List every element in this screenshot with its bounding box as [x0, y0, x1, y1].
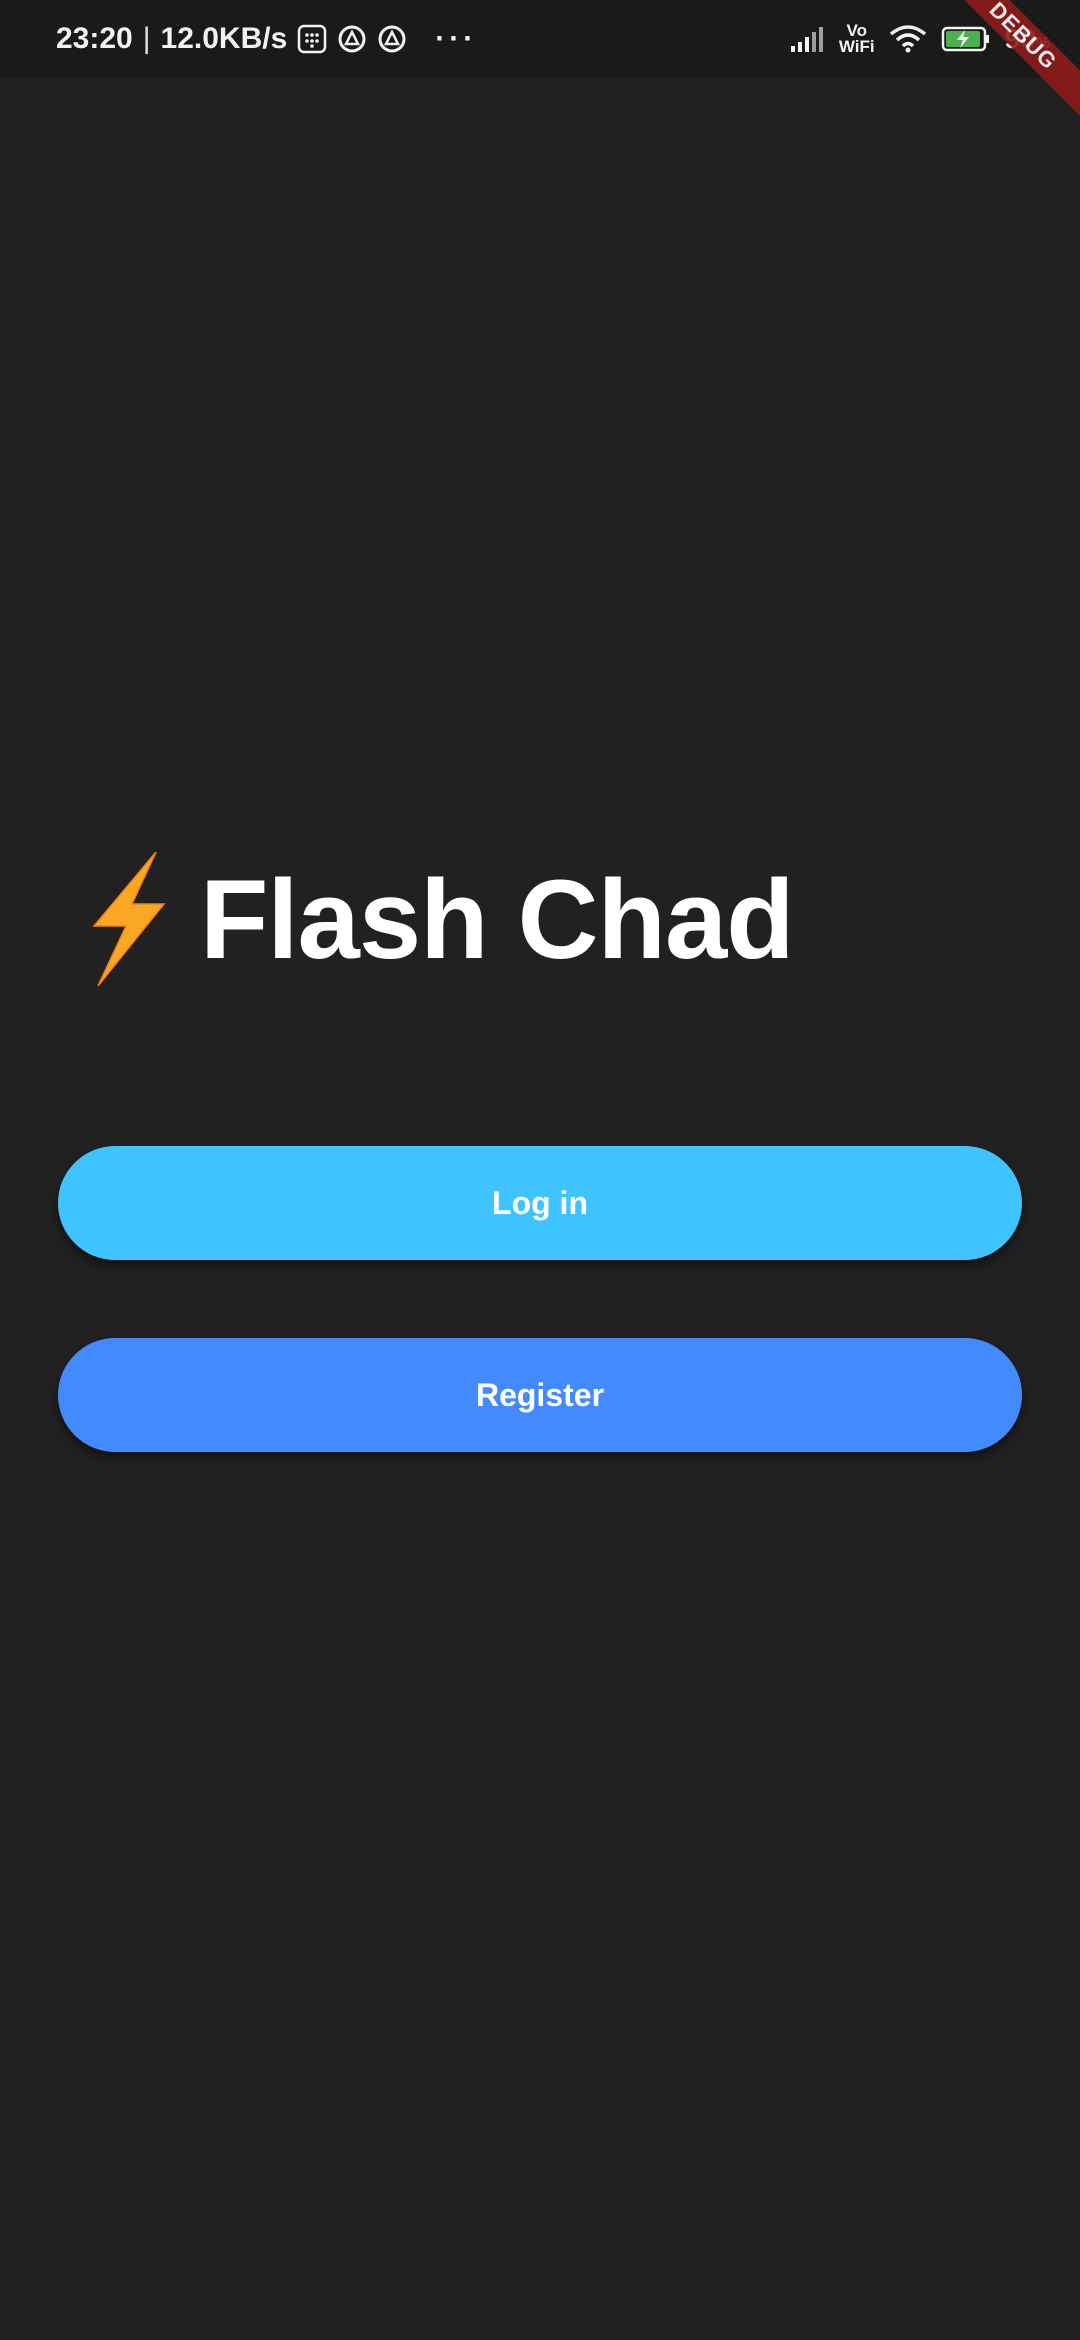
vowifi-indicator: Vo WiFi [838, 22, 875, 56]
battery-charging-icon [941, 24, 991, 54]
status-separator: | [142, 22, 151, 55]
more-notifications-icon: ··· [435, 22, 478, 55]
status-time: 23:20 [56, 22, 133, 55]
lightning-bolt-icon [92, 852, 166, 986]
status-bar-left: 23:20 | 12.0KB/s ··· [56, 0, 477, 78]
status-bar: 23:20 | 12.0KB/s ··· Vo WiFi [0, 0, 1080, 78]
notification-grid-icon [297, 24, 327, 54]
register-button[interactable]: Register [58, 1338, 1022, 1452]
login-button-label: Log in [492, 1184, 588, 1221]
app-notification-icon [337, 24, 367, 54]
app-header: Flash Chad [92, 852, 795, 986]
app-title: Flash Chad [200, 856, 795, 982]
login-button[interactable]: Log in [58, 1146, 1022, 1260]
screen: 23:20 | 12.0KB/s ··· Vo WiFi DEBUG Flash… [0, 0, 1080, 2340]
vowifi-bottom: WiFi [838, 37, 875, 56]
signal-icon [789, 24, 825, 54]
network-speed: 12.0KB/s [160, 22, 288, 55]
app-notification-icon-2 [377, 24, 407, 54]
register-button-label: Register [475, 1376, 605, 1413]
wifi-icon [889, 24, 927, 54]
